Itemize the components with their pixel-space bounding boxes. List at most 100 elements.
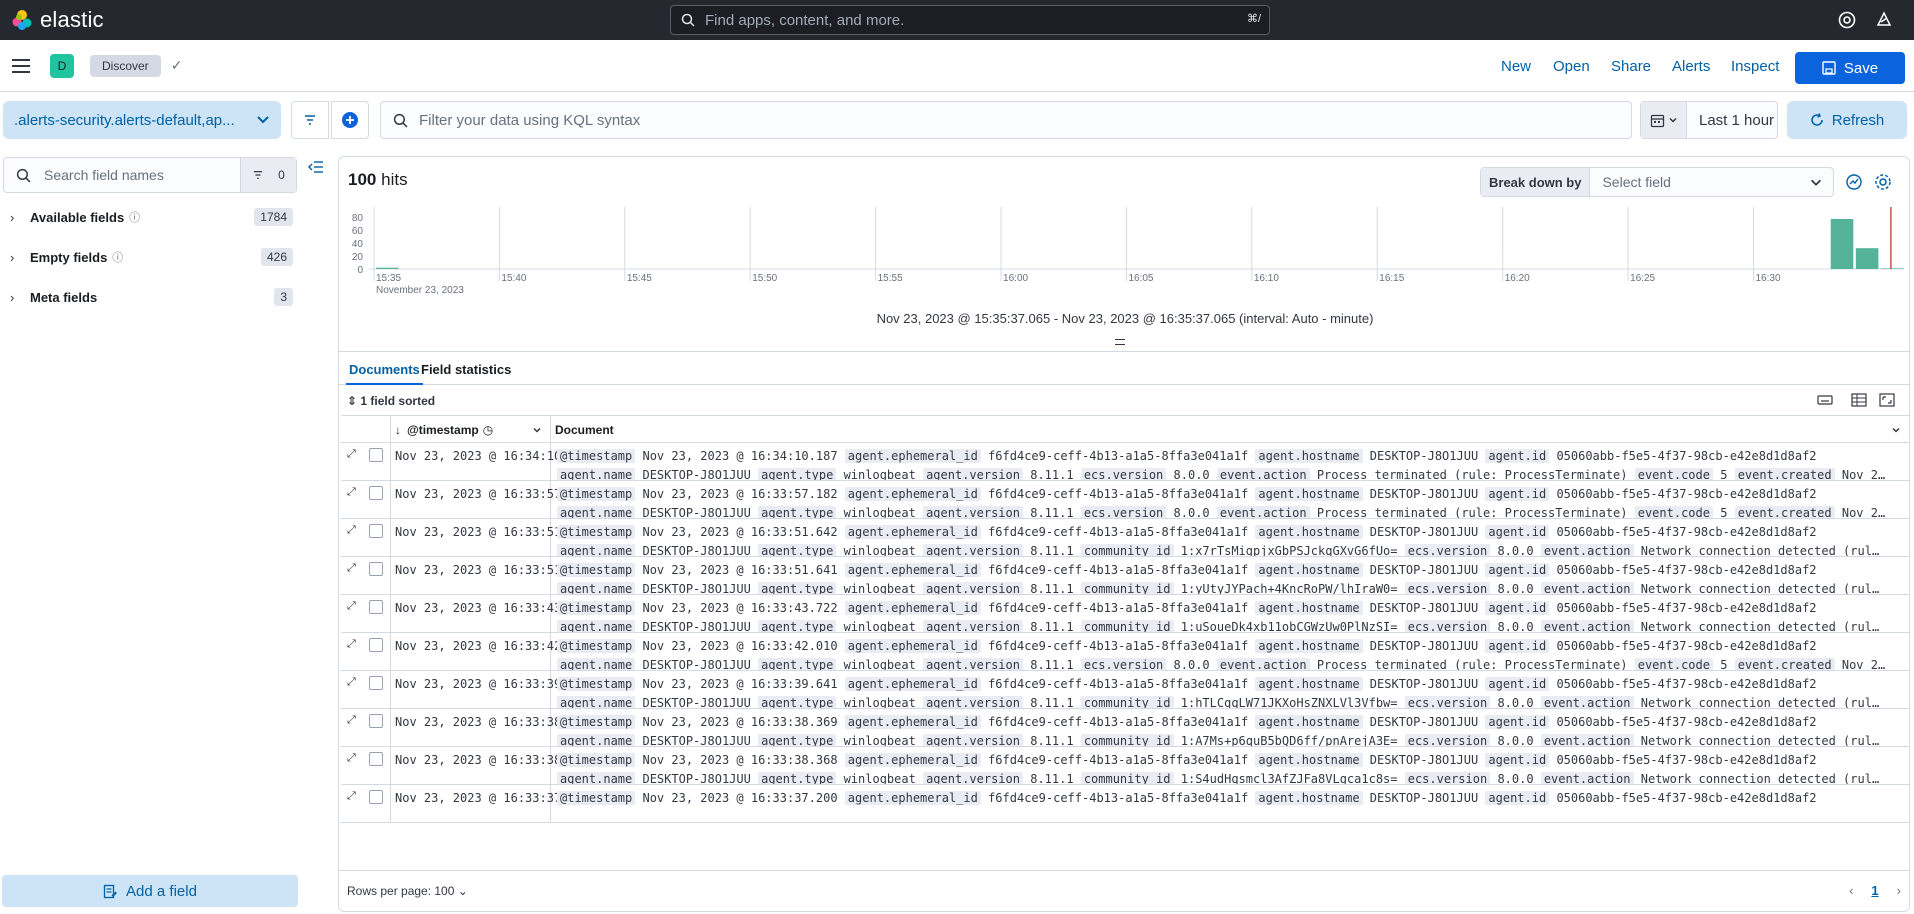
fullscreen-icon[interactable] [1879,393,1895,407]
row-checkbox[interactable] [369,486,383,500]
histogram-bar[interactable] [1880,268,1904,269]
table-row[interactable]: ⤢ Nov 23, 2023 @ 16:33:38.369 @timestamp… [341,709,1909,747]
collapse-sidebar-icon[interactable] [308,160,324,174]
document-column-header[interactable]: Document [551,416,1909,443]
expand-icon[interactable]: ⤢ [347,486,356,499]
add-filter-button[interactable] [331,101,369,139]
page-number-current[interactable]: 1 [1871,883,1878,898]
share-link[interactable]: Share [1611,58,1651,75]
expand-icon[interactable]: ⤢ [347,676,356,689]
field-type-filter-button[interactable]: 0 [240,158,296,192]
menu-toggle-button[interactable] [12,55,34,77]
tab-documents[interactable]: Documents [346,362,423,385]
table-row[interactable]: ⤢ Nov 23, 2023 @ 16:34:10.187 @timestamp… [341,443,1909,481]
row-checkbox[interactable] [369,600,383,614]
keyboard-icon[interactable] [1817,393,1833,407]
data-view-picker[interactable]: .alerts-security.alerts-default,ap... [3,101,281,139]
timestamp-cell[interactable]: Nov 23, 2023 @ 16:33:38.368 [391,747,590,784]
resize-handle[interactable] [1115,339,1125,345]
histogram-chart[interactable]: 0 20 40 60 80 15:35 15:40 15:45 15:50 15:55 16:00 1… [339,207,1910,307]
table-row[interactable]: ⤢ Nov 23, 2023 @ 16:33:51.641 @timestamp… [341,557,1909,595]
expand-icon[interactable]: ⤢ [347,638,356,651]
elastic-logo[interactable]: elastic [10,7,120,33]
document-cell[interactable]: @timestamp Nov 23, 2023 @ 16:33:43.722 a… [551,595,1909,632]
document-cell[interactable]: @timestamp Nov 23, 2023 @ 16:33:38.368 a… [551,747,1909,784]
timestamp-cell[interactable]: Nov 23, 2023 @ 16:34:10.187 [391,443,590,480]
timestamp-cell[interactable]: Nov 23, 2023 @ 16:33:51.642 [391,519,590,556]
row-checkbox[interactable] [369,752,383,766]
document-cell[interactable]: @timestamp Nov 23, 2023 @ 16:33:38.369 a… [551,709,1909,746]
meta-fields-group[interactable]: › Meta fields 3 [10,285,295,309]
row-checkbox[interactable] [369,448,383,462]
table-row[interactable]: ⤢ Nov 23, 2023 @ 16:33:42.010 @timestamp… [341,633,1909,671]
document-cell[interactable]: @timestamp Nov 23, 2023 @ 16:33:57.182 a… [551,481,1909,518]
add-field-button[interactable]: Add a field [2,875,298,907]
expand-icon[interactable]: ⤢ [347,714,356,727]
table-row[interactable]: ⤢ Nov 23, 2023 @ 16:33:51.642 @timestamp… [341,519,1909,557]
tab-field-statistics[interactable]: Field statistics [421,362,511,377]
expand-icon[interactable]: ⤢ [347,524,356,537]
empty-fields-group[interactable]: › Empty fields ⓘ 426 [10,245,295,269]
histogram-bar[interactable] [376,267,399,269]
timestamp-cell[interactable]: Nov 23, 2023 @ 16:33:57.182 [391,481,590,518]
alerts-link[interactable]: Alerts [1672,58,1710,75]
refresh-button[interactable]: Refresh [1787,101,1907,139]
expand-icon[interactable]: ⤢ [347,448,356,461]
row-checkbox[interactable] [369,676,383,690]
table-row[interactable]: ⤢ Nov 23, 2023 @ 16:33:38.368 @timestamp… [341,747,1909,785]
save-button[interactable]: Save [1795,52,1905,84]
help-icon[interactable]: ⓘ [129,209,140,225]
document-cell[interactable]: @timestamp Nov 23, 2023 @ 16:33:51.642 a… [551,519,1909,556]
table-density-icon[interactable] [1851,393,1867,407]
gear-icon[interactable] [1874,173,1892,191]
document-cell[interactable]: @timestamp Nov 23, 2023 @ 16:33:37.200 a… [551,785,1909,822]
table-row[interactable]: ⤢ Nov 23, 2023 @ 16:33:57.182 @timestamp… [341,481,1909,519]
breakdown-field-select[interactable]: Break down by Select field [1480,167,1834,197]
newsfeed-icon[interactable] [1874,10,1894,30]
previous-page-icon[interactable]: ‹ [1849,883,1853,898]
row-checkbox[interactable] [369,714,383,728]
timestamp-cell[interactable]: Nov 23, 2023 @ 16:33:38.369 [391,709,590,746]
expand-icon[interactable]: ⤢ [347,562,356,575]
timestamp-cell[interactable]: Nov 23, 2023 @ 16:33:43.722 [391,595,590,632]
expand-icon[interactable]: ⤢ [347,752,356,765]
timestamp-cell[interactable]: Nov 23, 2023 @ 16:33:39.641 [391,671,590,708]
breadcrumb[interactable]: Discover [90,54,161,77]
new-link[interactable]: New [1501,58,1531,75]
sort-indicator-button[interactable]: ⇕ 1 field sorted [347,394,435,408]
timestamp-column-header[interactable]: ↓ @timestamp ◷ [391,416,551,443]
expand-icon[interactable]: ⤢ [347,790,356,803]
timestamp-cell[interactable]: Nov 23, 2023 @ 16:33:37.200 [391,785,590,822]
timestamp-cell[interactable]: Nov 23, 2023 @ 16:33:42.010 [391,633,590,670]
document-cell[interactable]: @timestamp Nov 23, 2023 @ 16:33:51.641 a… [551,557,1909,594]
row-checkbox[interactable] [369,638,383,652]
time-range-label[interactable]: Last 1 hour [1699,112,1774,129]
document-cell[interactable]: @timestamp Nov 23, 2023 @ 16:33:39.641 a… [551,671,1909,708]
visualize-icon[interactable] [1845,173,1863,191]
inspect-link[interactable]: Inspect [1731,58,1779,75]
help-icon[interactable]: ⓘ [112,249,123,265]
next-page-icon[interactable]: › [1897,883,1901,898]
filter-options-button[interactable] [291,101,329,139]
date-picker[interactable]: Last 1 hour [1640,101,1778,139]
table-row[interactable]: ⤢ Nov 23, 2023 @ 16:33:39.641 @timestamp… [341,671,1909,709]
document-cell[interactable]: @timestamp Nov 23, 2023 @ 16:34:10.187 a… [551,443,1909,480]
timestamp-cell[interactable]: Nov 23, 2023 @ 16:33:51.641 [391,557,590,594]
row-checkbox[interactable] [369,524,383,538]
quick-select-button[interactable] [1641,102,1687,138]
rows-per-page-select[interactable]: Rows per page: 100 ⌄ [347,884,468,898]
histogram-bar[interactable] [1830,218,1854,269]
document-cell[interactable]: @timestamp Nov 23, 2023 @ 16:33:42.010 a… [551,633,1909,670]
open-link[interactable]: Open [1553,58,1590,75]
row-checkbox[interactable] [369,562,383,576]
row-checkbox[interactable] [369,790,383,804]
field-search-input[interactable]: Search field names 0 [3,157,297,193]
histogram-bar[interactable] [1855,248,1879,269]
kql-query-input[interactable]: Filter your data using KQL syntax [380,101,1632,139]
table-row[interactable]: ⤢ Nov 23, 2023 @ 16:33:43.722 @timestamp… [341,595,1909,633]
help-icon[interactable] [1837,10,1857,30]
global-search-input[interactable]: Find apps, content, and more. ⌘/ [670,5,1270,35]
table-row[interactable]: ⤢ Nov 23, 2023 @ 16:33:37.200 @timestamp… [341,785,1909,823]
space-avatar[interactable]: D [50,53,74,78]
expand-icon[interactable]: ⤢ [347,600,356,613]
